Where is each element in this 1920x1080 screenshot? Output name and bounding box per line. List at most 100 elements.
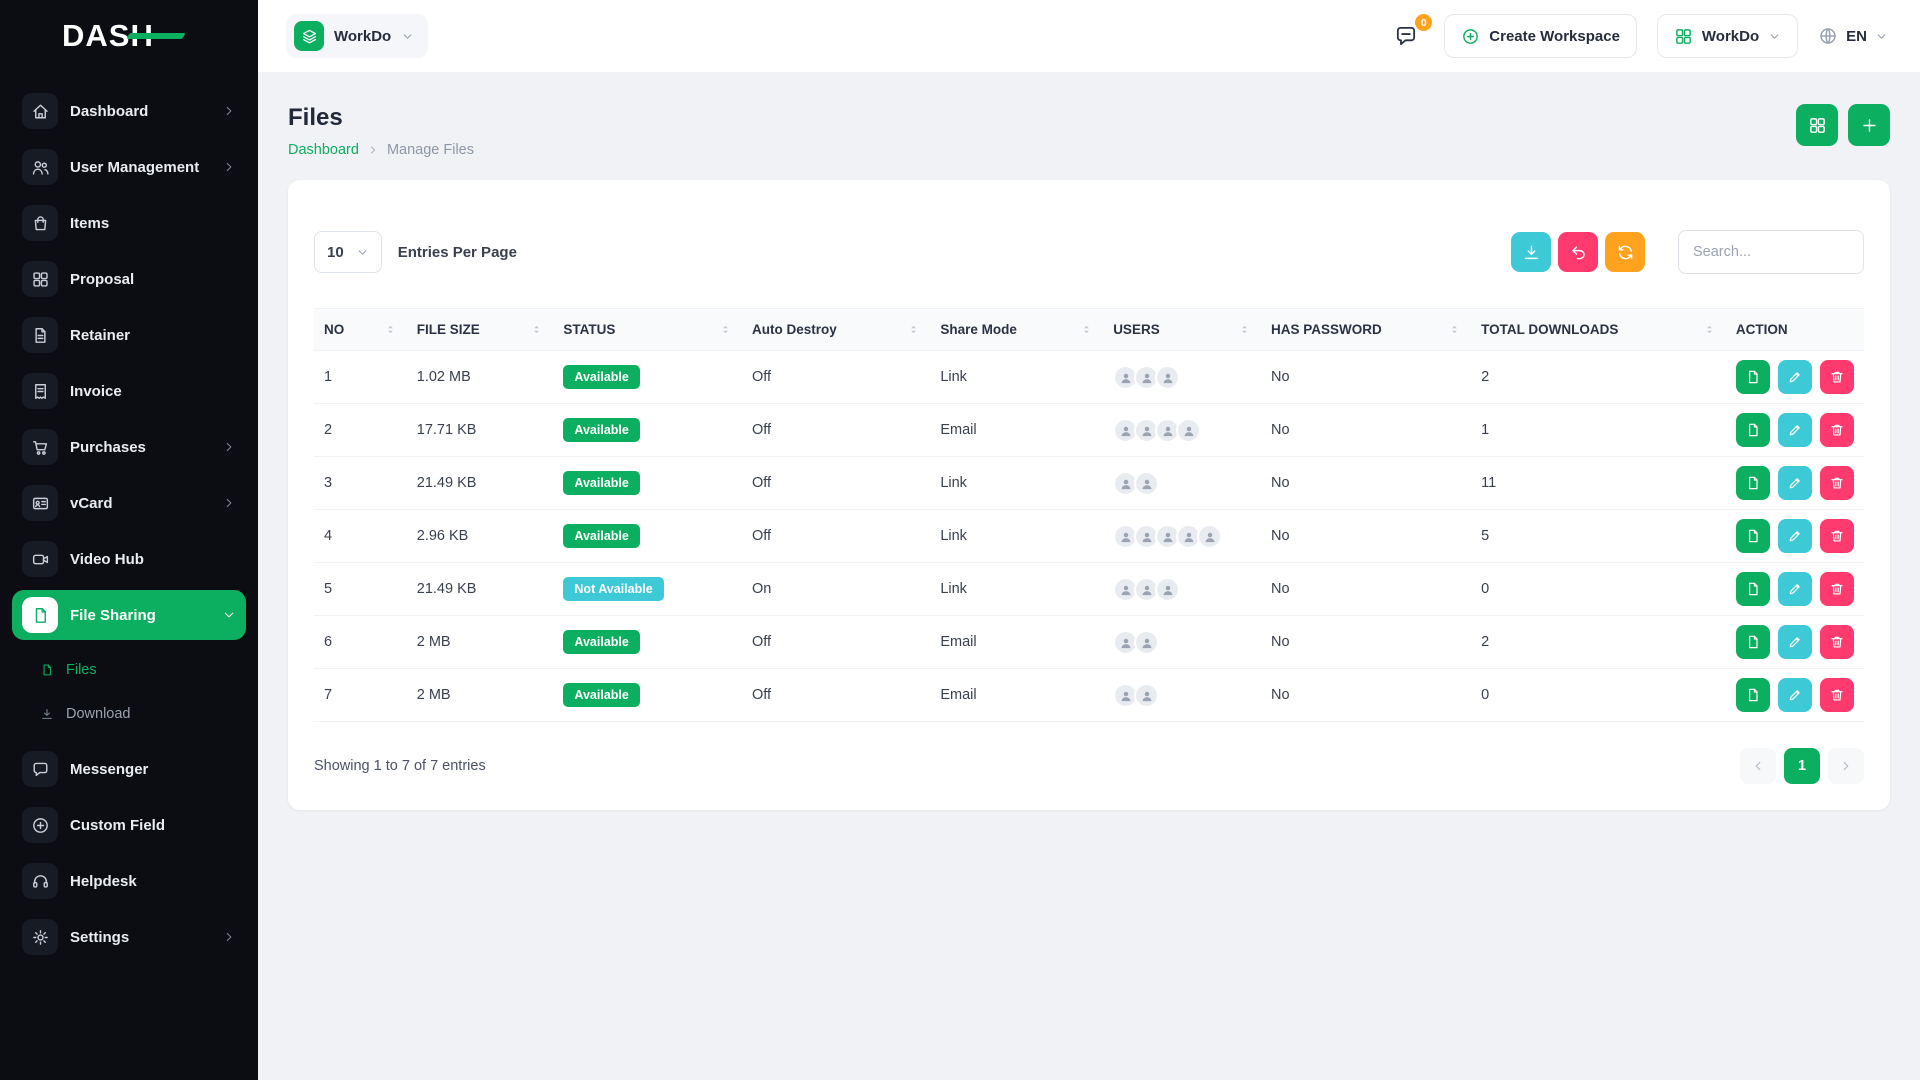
previous-page-button[interactable] [1740,748,1776,784]
sidebar-item-invoice[interactable]: Invoice [12,366,246,416]
next-page-button[interactable] [1828,748,1864,784]
cart-icon [22,429,58,465]
workspace-selector[interactable]: WorkDo [286,14,428,58]
sidebar-item-vcard[interactable]: vCard [12,478,246,528]
cell-auto-destroy: Off [742,616,930,669]
search-input[interactable] [1678,230,1864,274]
status-badge: Available [563,365,639,389]
edit-button[interactable] [1778,572,1812,606]
export-button[interactable] [1511,232,1551,272]
grid-view-button[interactable] [1796,104,1838,146]
cell-action [1726,351,1864,404]
delete-button[interactable] [1820,572,1854,606]
create-workspace-label: Create Workspace [1489,28,1620,45]
sidebar-item-user-management[interactable]: User Management [12,142,246,192]
view-button[interactable] [1736,360,1770,394]
workspace-menu-button[interactable]: WorkDo [1657,14,1798,58]
sidebar-item-dashboard[interactable]: Dashboard [12,86,246,136]
view-button[interactable] [1736,413,1770,447]
column-header-total-downloads[interactable]: TOTAL DOWNLOADS [1471,309,1726,351]
cell-status: Available [553,404,742,457]
delete-button[interactable] [1820,466,1854,500]
document-icon [22,317,58,353]
user-avatars [1113,418,1251,443]
cell-total-downloads: 2 [1471,351,1726,404]
view-button[interactable] [1736,466,1770,500]
column-header-status[interactable]: STATUS [553,309,742,351]
view-button[interactable] [1736,625,1770,659]
delete-button[interactable] [1820,360,1854,394]
sidebar-item-proposal[interactable]: Proposal [12,254,246,304]
create-workspace-button[interactable]: Create Workspace [1444,14,1637,58]
view-button[interactable] [1736,572,1770,606]
sidebar-item-label: Dashboard [70,103,210,120]
cell-auto-destroy: Off [742,351,930,404]
add-file-button[interactable] [1848,104,1890,146]
sidebar-item-label: Video Hub [70,551,236,568]
column-header-inner: FILE SIZE [417,322,544,337]
sidebar-item-video-hub[interactable]: Video Hub [12,534,246,584]
cell-users [1103,404,1261,457]
cell-file-size: 17.71 KB [407,404,554,457]
delete-button[interactable] [1820,678,1854,712]
sidebar-subitem-download[interactable]: Download [28,692,246,736]
language-selector[interactable]: EN [1818,26,1888,46]
messages-button[interactable]: 0 [1394,21,1424,51]
edit-button[interactable] [1778,678,1812,712]
chat-icon [22,751,58,787]
cell-has-password: No [1261,616,1471,669]
delete-button[interactable] [1820,413,1854,447]
app-logo[interactable]: DASH [0,0,258,72]
sidebar-item-purchases[interactable]: Purchases [12,422,246,472]
undo-button[interactable] [1558,232,1598,272]
sort-icon [1080,323,1093,336]
column-header-users[interactable]: USERS [1103,309,1261,351]
sidebar-item-messenger[interactable]: Messenger [12,744,246,794]
column-header-inner: Share Mode [940,322,1093,337]
column-header-inner: ACTION [1736,322,1854,337]
refresh-button[interactable] [1605,232,1645,272]
delete-button[interactable] [1820,625,1854,659]
layout-icon [22,261,58,297]
cell-has-password: No [1261,351,1471,404]
column-header-auto-destroy[interactable]: Auto Destroy [742,309,930,351]
sidebar-item-settings[interactable]: Settings [12,912,246,962]
user-avatar [1134,630,1159,655]
chevron-right-icon [222,496,236,510]
breadcrumb-dashboard-link[interactable]: Dashboard [288,142,359,158]
chevron-down-icon [1875,30,1888,43]
sidebar-item-helpdesk[interactable]: Helpdesk [12,856,246,906]
cell-users [1103,616,1261,669]
edit-button[interactable] [1778,466,1812,500]
chevron-down-icon [356,246,369,259]
view-button[interactable] [1736,678,1770,712]
edit-button[interactable] [1778,625,1812,659]
edit-button[interactable] [1778,519,1812,553]
sidebar-item-file-sharing[interactable]: File Sharing [12,590,246,640]
column-header-no[interactable]: NO [314,309,407,351]
column-header-share-mode[interactable]: Share Mode [930,309,1103,351]
entries-per-page-select[interactable]: 10 [314,231,382,273]
edit-button[interactable] [1778,413,1812,447]
user-avatars [1113,630,1251,655]
sidebar-item-custom-field[interactable]: Custom Field [12,800,246,850]
row-actions [1736,413,1854,447]
sort-icon [1703,323,1716,336]
entries-value: 10 [327,244,344,261]
status-badge: Not Available [563,577,663,601]
bag-icon [22,205,58,241]
view-button[interactable] [1736,519,1770,553]
cell-file-size: 2 MB [407,669,554,722]
cell-status: Available [553,510,742,563]
edit-button[interactable] [1778,360,1812,394]
sidebar-item-retainer[interactable]: Retainer [12,310,246,360]
status-badge: Available [563,683,639,707]
column-header-has-password[interactable]: HAS PASSWORD [1261,309,1471,351]
cell-auto-destroy: Off [742,457,930,510]
workspace-menu-label: WorkDo [1702,28,1759,45]
delete-button[interactable] [1820,519,1854,553]
column-header-file-size[interactable]: FILE SIZE [407,309,554,351]
sidebar-subitem-files[interactable]: Files [28,648,246,692]
page-1-button[interactable]: 1 [1784,748,1820,784]
sidebar-item-items[interactable]: Items [12,198,246,248]
